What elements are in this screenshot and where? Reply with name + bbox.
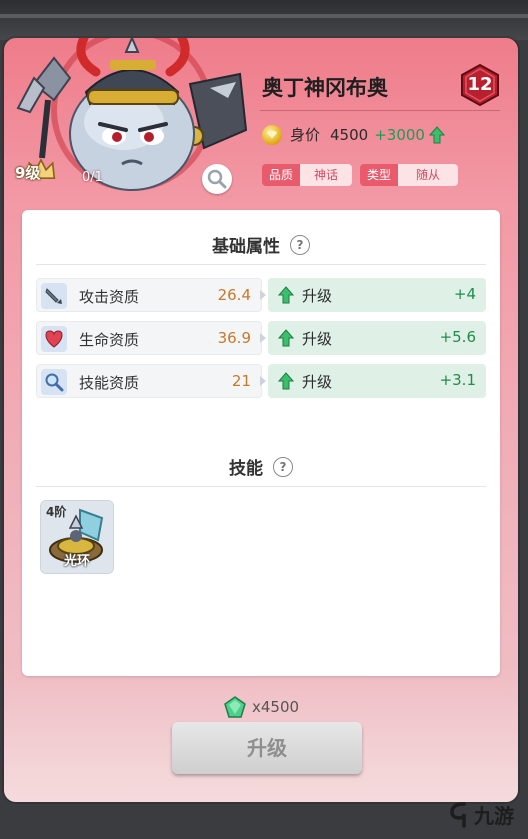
attribute-upgrade-box: 升级 +5.6 <box>268 321 486 355</box>
price-value: 4500 <box>330 125 369 144</box>
attribute-row-attack: 攻击资质 26.4 升级 +4 <box>36 278 486 312</box>
hero-level: 9级 <box>15 164 41 182</box>
type-value: 随从 <box>398 164 459 186</box>
up-arrow-icon <box>278 372 294 390</box>
base-attributes-title: 基础属性 <box>212 237 280 257</box>
price-label: 身价 <box>290 126 321 144</box>
price-bonus: +3000 <box>374 125 425 144</box>
attribute-name: 生命资质 <box>79 331 140 349</box>
upgrade-button[interactable]: 升级 <box>172 722 362 774</box>
attribute-value: 21 <box>231 372 251 390</box>
green-gem-icon <box>224 696 246 718</box>
skills-title: 技能 <box>229 459 263 479</box>
skill-slot[interactable]: 4阶 光环 <box>40 500 114 574</box>
attribute-name: 技能资质 <box>79 374 140 392</box>
attribute-row-skill: 技能资质 21 升级 +3.1 <box>36 364 486 398</box>
attribute-upgrade-box: 升级 +3.1 <box>268 364 486 398</box>
up-arrow-icon <box>278 329 294 347</box>
skill-tier: 4阶 <box>46 505 67 519</box>
skills-heading: 技能? <box>22 454 500 479</box>
watermark: 九游 <box>448 800 514 829</box>
upgrade-label: 升级 <box>302 287 333 305</box>
nine-game-logo-icon <box>450 801 466 828</box>
attribute-value: 36.9 <box>217 329 251 347</box>
attribute-gain: +5.6 <box>439 328 476 346</box>
upgrade-label: 升级 <box>302 373 333 391</box>
upgrade-label: 升级 <box>302 330 333 348</box>
hero-name: 奥丁神冈布奥 <box>262 76 388 100</box>
section-divider <box>36 264 486 265</box>
diamond-coin-icon <box>262 124 282 145</box>
heart-shield-icon <box>41 326 67 352</box>
arrow-divider <box>260 290 266 300</box>
quality-tag: 品质 神话 <box>262 164 353 186</box>
attribute-box: 生命资质 36.9 <box>36 321 262 355</box>
attribute-value: 26.4 <box>217 286 251 304</box>
upgrade-cost-value: x4500 <box>252 698 300 716</box>
skills-help-icon[interactable]: ? <box>273 456 293 477</box>
star-badge: 12 <box>460 63 500 107</box>
hero-exp: 0/1 <box>82 170 103 185</box>
arrow-divider <box>260 333 266 343</box>
base-attributes-heading: 基础属性? <box>22 232 500 257</box>
magnifier-icon <box>41 369 67 395</box>
attribute-box: 技能资质 21 <box>36 364 262 398</box>
hero-detail-panel: 9级 0/1 奥丁神冈布奥 12 身价 4500 +3000 品质 神话 类型 … <box>4 38 518 802</box>
arrow-divider <box>260 376 266 386</box>
top-strip <box>0 0 528 40</box>
star-count: 12 <box>467 74 493 95</box>
skill-name: 光环 <box>63 554 90 569</box>
attributes-help-icon[interactable]: ? <box>290 234 310 255</box>
section-divider <box>36 486 486 487</box>
name-divider <box>260 110 500 111</box>
up-arrow-icon <box>428 125 445 143</box>
attribute-name: 攻击资质 <box>79 288 140 306</box>
up-arrow-icon <box>278 286 294 304</box>
upgrade-cost: x4500 <box>224 696 299 718</box>
type-key: 类型 <box>360 164 399 186</box>
zoom-button[interactable] <box>202 164 232 194</box>
type-tag: 类型 随从 <box>360 164 459 186</box>
tag-row: 品质 神话 类型 随从 <box>262 164 466 186</box>
watermark-text: 九游 <box>474 804 514 828</box>
magnifier-icon <box>207 169 227 189</box>
price-row: 身价 4500 +3000 <box>262 124 445 145</box>
attributes-card: 基础属性? 攻击资质 26.4 升级 +4 生命资质 36.9 升级 +5.6 … <box>22 210 500 676</box>
attribute-gain: +4 <box>453 285 476 303</box>
attribute-gain: +3.1 <box>439 371 476 389</box>
quality-value: 神话 <box>300 164 353 186</box>
attribute-row-health: 生命资质 36.9 升级 +5.6 <box>36 321 486 355</box>
attribute-box: 攻击资质 26.4 <box>36 278 262 312</box>
quality-key: 品质 <box>262 164 301 186</box>
sword-icon <box>41 283 67 309</box>
attribute-upgrade-box: 升级 +4 <box>268 278 486 312</box>
